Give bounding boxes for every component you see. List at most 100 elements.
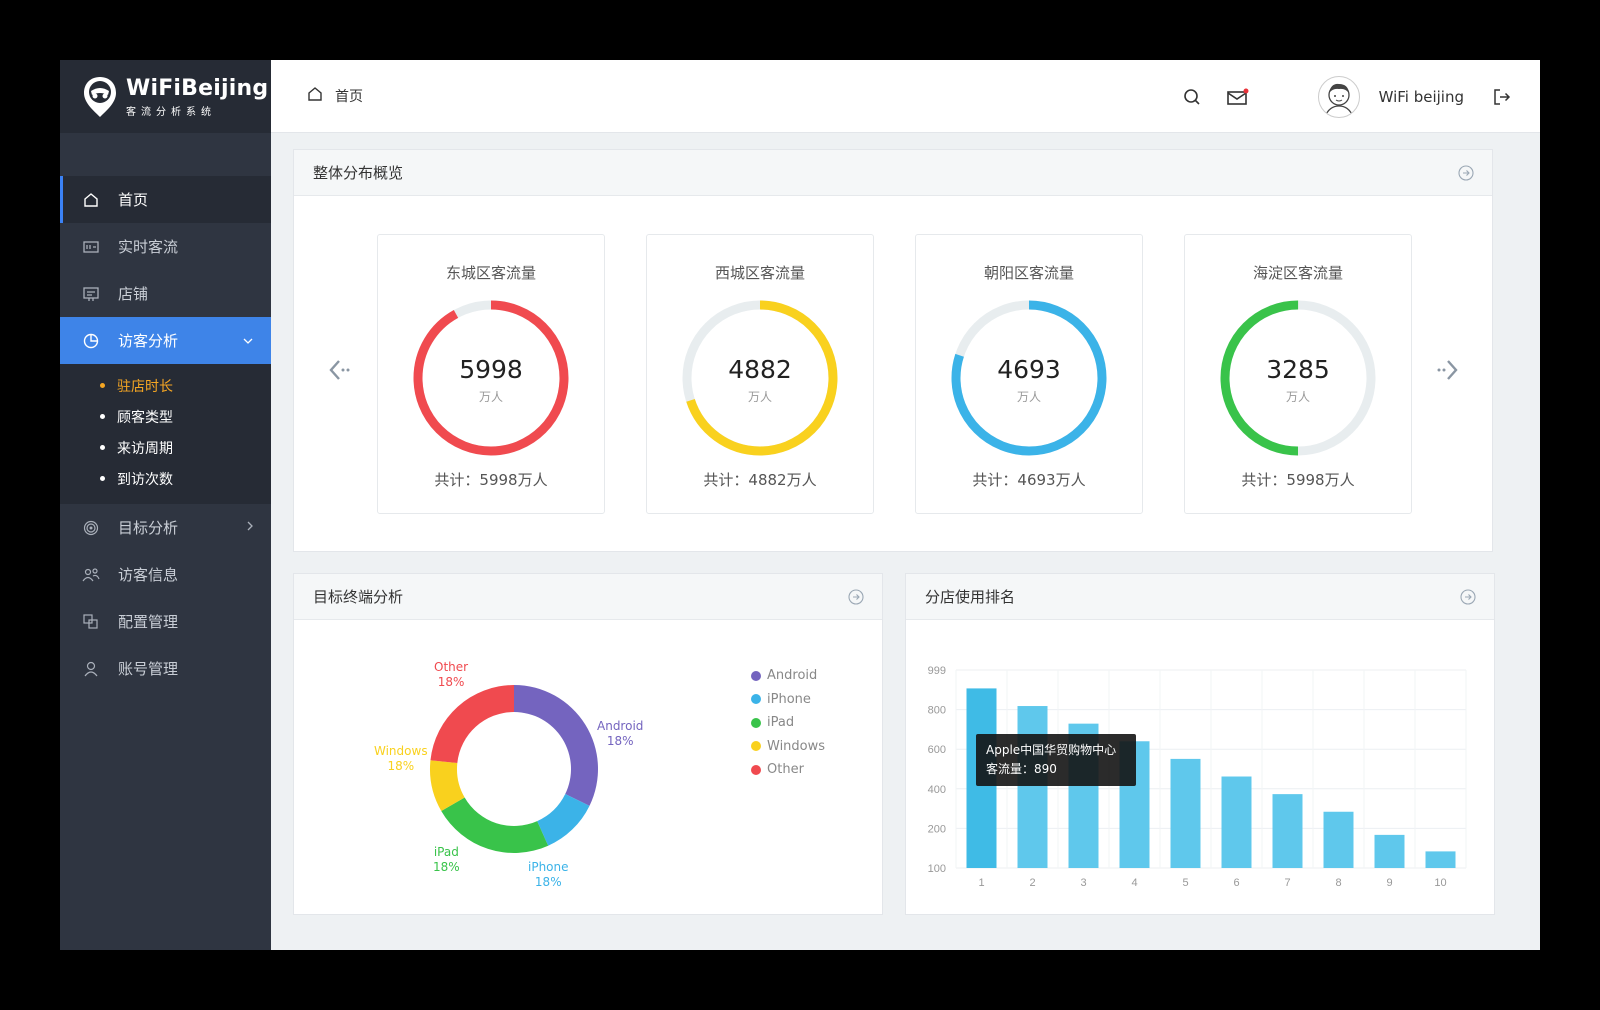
card-value: 5998 [459,355,523,384]
sidebar-item-label: 配置管理 [118,613,179,631]
sidebar-item-target-analysis[interactable]: 目标分析 [60,504,271,551]
carousel-prev-button[interactable] [324,355,354,385]
breadcrumb[interactable]: 首页 [307,86,363,106]
carousel-next-button[interactable] [1433,355,1463,385]
legend-item[interactable]: Windows [751,735,825,759]
legend-item[interactable]: iPhone [751,688,825,712]
pie-label-name: iPhone [528,860,569,874]
legend-swatch [751,670,761,681]
logo-title: WiFiBeijing [126,75,269,101]
legend-label: Other [767,762,804,778]
pie-label-iphone: iPhone 18% [528,860,569,890]
sidebar-item-account[interactable]: 账号管理 [60,645,271,692]
bar-6[interactable] [1221,776,1252,868]
sidebar-item-label: 账号管理 [118,660,179,678]
submenu-item-visit-count[interactable]: 到访次数 [60,463,271,494]
search-icon[interactable] [1180,85,1204,109]
main-area: 首页 WiFi beijing 整体分布概览 东城区客流量 5998 万人 共计… [271,60,1540,950]
pie-label-android: Android 18% [597,719,643,749]
chevron-down-icon [243,333,253,348]
bullet-icon [100,445,105,450]
donut-slice-android[interactable] [514,685,598,806]
pie-label-ipad: iPad 18% [433,845,460,875]
avatar[interactable] [1317,75,1360,118]
submenu-item-customer-type[interactable]: 顾客类型 [60,401,271,432]
pie-label-name: iPad [433,845,459,859]
submenu-item-label: 驻店时长 [117,378,173,395]
legend-swatch [751,741,761,752]
district-card[interactable]: 西城区客流量 4882 万人 共计：4882万人 [646,234,874,514]
breadcrumb-label: 首页 [335,89,363,105]
legend-label: Windows [767,738,826,754]
card-total: 共计：5998万人 [1241,471,1355,489]
sidebar-item-visitor-info[interactable]: 访客信息 [60,551,271,598]
donut-slice-other[interactable] [430,685,514,764]
pie-label-windows: Windows 18% [374,744,428,774]
topbar: 首页 WiFi beijing [271,60,1540,133]
y-tick-label: 600 [928,744,946,756]
legend-label: Android [767,668,818,684]
mail-icon[interactable] [1226,85,1250,109]
arrow-circle-icon[interactable] [848,589,864,605]
bar-7[interactable] [1272,794,1303,868]
card-unit: 万人 [747,390,772,404]
chart-tooltip: Apple中国华贸购物中心 客流量：890 [976,734,1136,786]
card-title: 东城区客流量 [445,264,536,282]
pie-label-name: Android [597,719,644,733]
bar-5[interactable] [1170,758,1201,868]
submenu-item-visit-cycle[interactable]: 来访周期 [60,432,271,463]
bar-2[interactable] [1017,706,1048,868]
y-tick-label: 100 [928,863,946,875]
sidebar-item-label: 实时客流 [118,238,179,256]
y-tick-label: 200 [928,823,946,835]
bar-8[interactable] [1323,811,1354,868]
sidebar-item-visitor-analysis[interactable]: 访客分析 [60,317,271,364]
card-title: 朝阳区客流量 [983,264,1074,282]
sidebar-item-store[interactable]: 店铺 [60,270,271,317]
sidebar-item-realtime[interactable]: 实时客流 [60,223,271,270]
submenu-item-label: 来访周期 [117,440,173,457]
device-frame: WiFiBeijing 客流分析系统 首页 实时客流 店铺 访客分析 驻店时长 … [0,0,1600,1010]
tooltip-name: Apple中国华贸购物中心 [986,743,1117,757]
topbar-actions: WiFi beijing [1180,60,1540,133]
district-card[interactable]: 朝阳区客流量 4693 万人 共计：4693万人 [915,234,1143,514]
logo[interactable]: WiFiBeijing 客流分析系统 [60,60,271,133]
ranking-panel: 分店使用排名 999 800 600 400 200 100 1 2 3 4 5 6 7 8 9 10 App… [905,573,1495,915]
submenu-item-label: 到访次数 [117,471,173,488]
card-value: 4693 [997,355,1061,384]
x-tick-label: 7 [1284,877,1290,889]
district-card[interactable]: 海淀区客流量 3285 万人 共计：5998万人 [1184,234,1412,514]
username[interactable]: WiFi beijing [1379,88,1464,106]
card-value: 3285 [1266,355,1330,384]
pie-label-pct: 18% [606,734,634,748]
bullet-icon [100,383,105,388]
legend-item[interactable]: Other [751,758,825,782]
arrow-circle-icon[interactable] [1458,165,1474,181]
sidebar-item-label: 访客信息 [118,566,179,584]
panel-title: 整体分布概览 [313,164,404,182]
bar-10[interactable] [1425,851,1456,868]
panel-title: 分店使用排名 [925,588,1016,606]
logo-icon [82,75,118,119]
target-icon [82,519,100,537]
legend-item[interactable]: Android [751,664,825,688]
chevron-right-icon [247,520,253,535]
arrow-circle-icon[interactable] [1460,589,1476,605]
sidebar-item-label: 目标分析 [118,519,179,537]
legend-item[interactable]: iPad [751,711,825,735]
y-tick-label: 800 [928,705,946,717]
legend-label: iPhone [767,691,811,707]
bullet-icon [100,414,105,419]
logout-icon[interactable] [1490,85,1514,109]
pie-label-name: Other [434,660,469,674]
card-value: 4882 [728,355,792,384]
district-card[interactable]: 东城区客流量 5998 万人 共计：5998万人 [377,234,605,514]
submenu-item-dwell-time[interactable]: 驻店时长 [60,370,271,401]
bar-9[interactable] [1374,834,1405,868]
card-total: 共计：4882万人 [703,471,817,489]
sidebar-item-config[interactable]: 配置管理 [60,598,271,645]
card-title: 海淀区客流量 [1252,264,1343,282]
bullet-icon [100,476,105,481]
sidebar-item-home[interactable]: 首页 [60,176,271,223]
terminal-panel: 目标终端分析 Other 18% Android 18% Windows 18% [293,573,883,915]
